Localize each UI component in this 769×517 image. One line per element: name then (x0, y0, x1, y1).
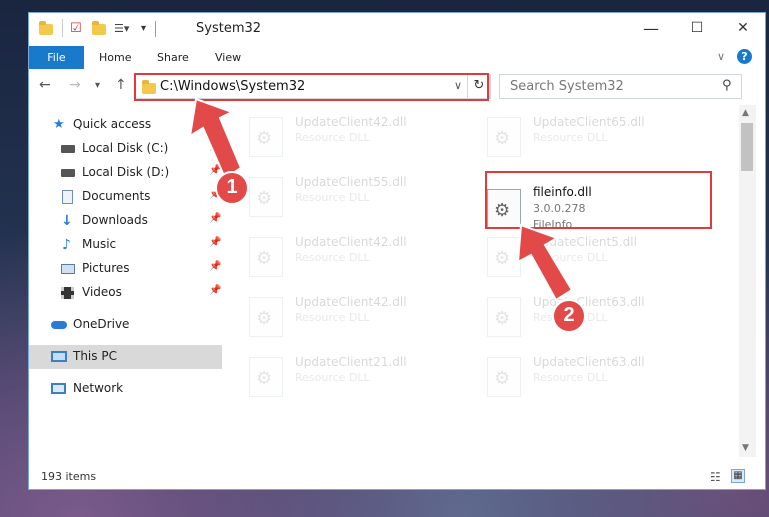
callout-2: 2 (552, 299, 586, 333)
arrow-1-icon (188, 97, 243, 180)
arrow-2-icon (516, 223, 574, 302)
callout-1: 1 (215, 171, 249, 205)
annotation-arrows (188, 97, 574, 302)
